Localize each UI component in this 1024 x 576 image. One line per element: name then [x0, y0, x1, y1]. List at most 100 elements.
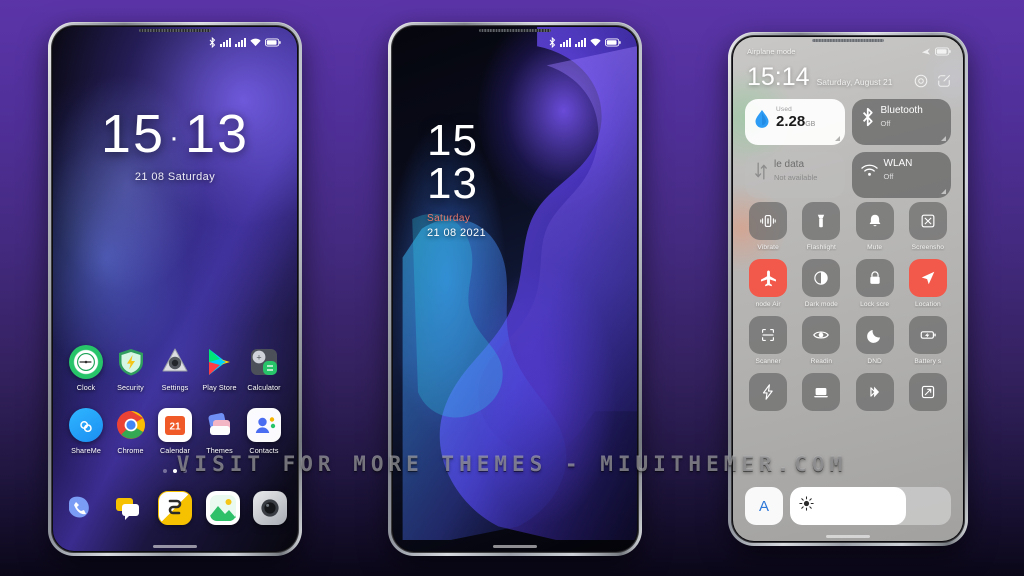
- clock-date: 21 08 2021: [427, 227, 487, 240]
- clock-icon: [69, 345, 103, 379]
- app-label: ShareMe: [71, 446, 101, 455]
- earpiece-speaker: [139, 29, 211, 32]
- signal-icon: [560, 37, 571, 47]
- airplane-icon: [921, 48, 931, 55]
- phone-icon[interactable]: [63, 491, 97, 525]
- toggle-airplane-mode[interactable]: node Air: [745, 259, 791, 308]
- gallery-icon[interactable]: [205, 491, 240, 525]
- mobile-data-card[interactable]: le data Not available: [745, 152, 845, 198]
- page-dot[interactable]: [163, 469, 167, 473]
- clock-hour: 15: [100, 104, 165, 164]
- play-store-icon: [203, 345, 237, 379]
- app-calendar[interactable]: 21 Calendar: [154, 408, 196, 455]
- page-dot-active[interactable]: [173, 469, 177, 473]
- clock-separator: ·: [169, 120, 181, 154]
- phone3-screen: Airplane mode 15:14 Saturday, August 21 …: [733, 37, 963, 541]
- app-chrome[interactable]: Chrome: [110, 408, 152, 455]
- app-row-1: Clock Security Settings Play Store + Cal…: [65, 345, 285, 392]
- toggle-label: node Air: [755, 301, 781, 308]
- app-label: Play Store: [202, 383, 237, 392]
- clock-time: 15·13: [53, 107, 297, 161]
- brightness-slider[interactable]: [790, 487, 951, 525]
- toggle-power-bolt[interactable]: [745, 373, 791, 415]
- home-indicator[interactable]: [826, 535, 870, 538]
- app-row-2: ShareMe Chrome 21 Calendar Themes Contac…: [65, 408, 285, 455]
- camera-icon[interactable]: [253, 491, 287, 525]
- app-label: Themes: [206, 446, 233, 455]
- airplane-mode-label: Airplane mode: [747, 47, 796, 56]
- bluetooth-title: Bluetooth: [880, 105, 923, 116]
- mobile-data-row: le data Not available: [754, 159, 836, 182]
- app-clock[interactable]: Clock: [65, 345, 107, 392]
- toggle-reading-mode[interactable]: Readin: [798, 316, 844, 365]
- toggle-sync[interactable]: [852, 373, 898, 415]
- toggle-label: Battery s: [914, 358, 942, 365]
- expand-icon: [908, 373, 947, 411]
- smoke-wallpaper-art: [402, 27, 637, 540]
- wlan-card[interactable]: WLAN Off: [851, 152, 951, 198]
- toggle-location[interactable]: Location: [905, 259, 951, 308]
- toggle-dark-mode[interactable]: Dark mode: [798, 259, 844, 308]
- toggle-screenshot[interactable]: Screensho: [905, 202, 951, 251]
- location-icon: [908, 259, 947, 297]
- power-bolt-icon: [749, 373, 788, 411]
- data-usage-card[interactable]: Used 2.28GB: [745, 99, 845, 145]
- toggle-dnd[interactable]: DND: [852, 316, 898, 365]
- app-shareme[interactable]: ShareMe: [65, 408, 107, 455]
- app-themes[interactable]: Themes: [199, 408, 241, 455]
- messages-icon[interactable]: [111, 491, 145, 525]
- gear-icon: [158, 345, 192, 379]
- signal-icon: [220, 37, 231, 47]
- settings-gear-icon[interactable]: [914, 74, 928, 88]
- phone1-screen: 15·13 21 08 Saturday Clock Security Sett…: [53, 27, 297, 551]
- sun-icon: [799, 496, 814, 516]
- page-dot[interactable]: [183, 469, 187, 473]
- home-indicator[interactable]: [153, 545, 197, 548]
- phone-bezel: 15 13 Saturday 21 08 2021: [391, 25, 639, 553]
- toggle-vibrate[interactable]: Vibrate: [745, 202, 791, 251]
- toggle-label: Readin: [810, 358, 833, 365]
- toggle-scanner[interactable]: Scanner: [745, 316, 791, 365]
- brightness-row: A: [745, 487, 951, 525]
- wifi-icon: [250, 38, 261, 46]
- data-usage-unit: GB: [805, 121, 816, 128]
- toggle-battery-saver[interactable]: Battery s: [905, 316, 951, 365]
- app-label: Calendar: [160, 446, 190, 455]
- toggle-flashlight[interactable]: Flashlight: [798, 202, 844, 251]
- toggle-lock-screen[interactable]: Lock scre: [852, 259, 898, 308]
- toggle-mute[interactable]: Mute: [852, 202, 898, 251]
- app-dock: [63, 491, 287, 525]
- toggle-label: Dark mode: [804, 301, 838, 308]
- quick-cards: Used 2.28GB Bluetooth Off le data Not av…: [745, 99, 951, 198]
- page-indicator: [53, 469, 297, 473]
- wlan-row: WLAN Off: [860, 159, 943, 181]
- app-security[interactable]: Security: [110, 345, 152, 392]
- resize-corner-icon: [834, 136, 840, 141]
- cc-date: Saturday, August 21: [816, 77, 893, 87]
- toggle-cast[interactable]: [798, 373, 844, 415]
- battery-icon: [935, 47, 951, 56]
- themes-icon: [203, 408, 237, 442]
- browser-icon[interactable]: [158, 491, 192, 525]
- control-center-header: 15:14 Saturday, August 21: [747, 65, 951, 90]
- bell-icon: [855, 202, 894, 240]
- resize-corner-icon: [941, 136, 946, 141]
- toggle-expand[interactable]: [905, 373, 951, 415]
- app-settings[interactable]: Settings: [154, 345, 196, 392]
- header-icons: [914, 74, 951, 90]
- screenshot-icon: [908, 202, 947, 240]
- app-play-store[interactable]: Play Store: [199, 345, 241, 392]
- data-usage-sub: Used: [776, 106, 792, 113]
- bluetooth-icon: [209, 36, 216, 48]
- app-calculator[interactable]: + Calculator: [243, 345, 285, 392]
- flashlight-icon: [802, 202, 841, 240]
- bluetooth-card[interactable]: Bluetooth Off: [851, 99, 951, 145]
- app-contacts[interactable]: Contacts: [243, 408, 285, 455]
- home-indicator[interactable]: [493, 545, 537, 548]
- app-label: Settings: [161, 383, 189, 392]
- auto-brightness-button[interactable]: A: [745, 487, 783, 525]
- status-right-icons: [921, 47, 951, 56]
- cast-icon: [802, 373, 841, 411]
- toggle-label: Flashlight: [806, 244, 836, 251]
- edit-icon[interactable]: [937, 74, 951, 88]
